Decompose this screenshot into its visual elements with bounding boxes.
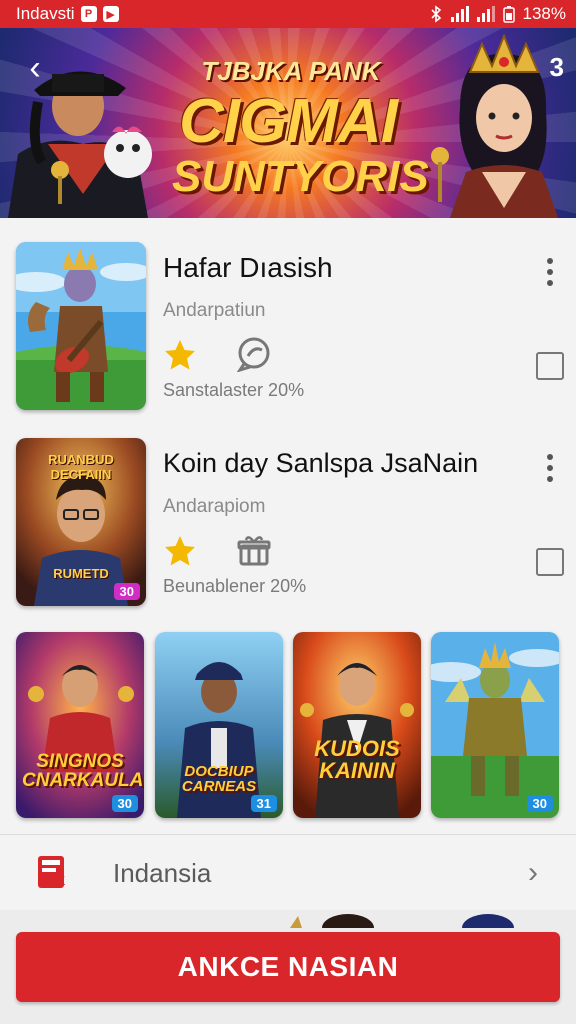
app-subtitle: Andarpatiun bbox=[163, 300, 266, 321]
battery-icon bbox=[502, 6, 515, 23]
notification-badge-icon: ▶ bbox=[102, 6, 119, 22]
thumb-caption-top: RUANBUD DECFAIIN bbox=[48, 452, 114, 482]
signal-icon bbox=[450, 6, 469, 22]
more-options-icon[interactable] bbox=[536, 252, 564, 292]
content-sheet: Hafar Dıasish Andarpatiun Sanstalaster 2… bbox=[0, 218, 576, 1024]
back-button[interactable]: ‹ bbox=[18, 48, 52, 88]
grid-thumbnail[interactable]: 30 bbox=[431, 632, 559, 818]
status-app-name: Indavsti bbox=[16, 4, 75, 23]
hero-banner[interactable]: ‹ TJBJKA PANK CIGMAI SUNTYORIS 3 bbox=[0, 28, 576, 218]
star-icon bbox=[165, 536, 195, 566]
grid-thumbnail[interactable]: SINGNOS CNARKAULA 30 bbox=[16, 632, 144, 818]
select-checkbox[interactable] bbox=[536, 352, 564, 380]
peeking-character-image-2 bbox=[462, 914, 514, 928]
chevron-right-icon[interactable]: › bbox=[528, 856, 538, 890]
select-checkbox[interactable] bbox=[536, 548, 564, 576]
section-divider bbox=[0, 834, 576, 835]
banner-page-number: 3 bbox=[549, 52, 564, 82]
gift-box-icon[interactable] bbox=[236, 532, 272, 568]
more-options-icon[interactable] bbox=[536, 448, 564, 488]
armored-warrior-image bbox=[431, 632, 559, 818]
banner-small-title: TJBJKA PANK bbox=[201, 56, 381, 86]
row-label[interactable]: Indansia bbox=[113, 858, 211, 889]
status-bar: Indavsti P ▶ 138% bbox=[0, 0, 576, 28]
app-subtitle: Andarapiom bbox=[163, 496, 266, 517]
chat-bubble-icon[interactable] bbox=[236, 336, 272, 372]
banner-subtitle: SUNTYORIS bbox=[172, 152, 429, 201]
peeking-character-image bbox=[290, 914, 374, 928]
apk-list-row[interactable]: APK Indansia › bbox=[0, 836, 576, 908]
grid-caption: SINGNOS CNARKAULA bbox=[22, 751, 144, 791]
suit-singer-image bbox=[293, 632, 421, 818]
signal-icon-2 bbox=[476, 6, 495, 22]
status-left: Indavsti P ▶ bbox=[16, 4, 119, 24]
app-thumbnail[interactable] bbox=[16, 242, 146, 410]
primary-action-button[interactable]: ANKCE NASIAN bbox=[16, 932, 560, 1002]
warrior-guitar-image bbox=[16, 242, 146, 410]
app-notification-icon: P bbox=[80, 6, 97, 22]
bottom-action-bar: ANKCE NASIAN bbox=[0, 910, 576, 1024]
grid-thumbnail[interactable]: KUDOIS KAININ bbox=[293, 632, 421, 818]
app-meta: Sanstalaster 20% bbox=[163, 380, 305, 400]
app-thumbnail[interactable]: RUANBUD DECFAIIN RUMETD 30 bbox=[16, 438, 146, 606]
battery-percent: 138% bbox=[522, 4, 566, 23]
star-icon bbox=[165, 340, 195, 370]
bluetooth-icon bbox=[430, 5, 441, 23]
level-badge: 30 bbox=[526, 795, 553, 812]
app-title[interactable]: Hafar Dıasish bbox=[163, 252, 333, 284]
apk-label: APK bbox=[40, 874, 66, 888]
level-badge: 31 bbox=[250, 795, 277, 812]
status-right: 138% bbox=[429, 4, 566, 24]
banner-title: CIGMAI bbox=[179, 87, 398, 156]
app-card[interactable]: Hafar Dıasish Andarpatiun Sanstalaster 2… bbox=[0, 238, 576, 434]
grid-caption: KUDOIS KAININ bbox=[314, 736, 400, 783]
app-title[interactable]: Koin day Sanlspa JsaNain bbox=[163, 448, 478, 479]
level-badge: 30 bbox=[113, 583, 140, 600]
thumbnail-grid: SINGNOS CNARKAULA 30 DOCBIUP CARNEAS 31 bbox=[16, 632, 566, 818]
grid-caption: DOCBIUP CARNEAS bbox=[181, 763, 257, 795]
level-badge: 30 bbox=[111, 795, 138, 812]
app-card[interactable]: RUANBUD DECFAIIN RUMETD 30 Koin day Sanl… bbox=[0, 434, 576, 630]
app-meta: Beunablener 20% bbox=[163, 576, 307, 596]
grid-thumbnail[interactable]: DOCBIUP CARNEAS 31 bbox=[155, 632, 283, 818]
thumb-caption-bottom: RUMETD bbox=[53, 566, 109, 581]
